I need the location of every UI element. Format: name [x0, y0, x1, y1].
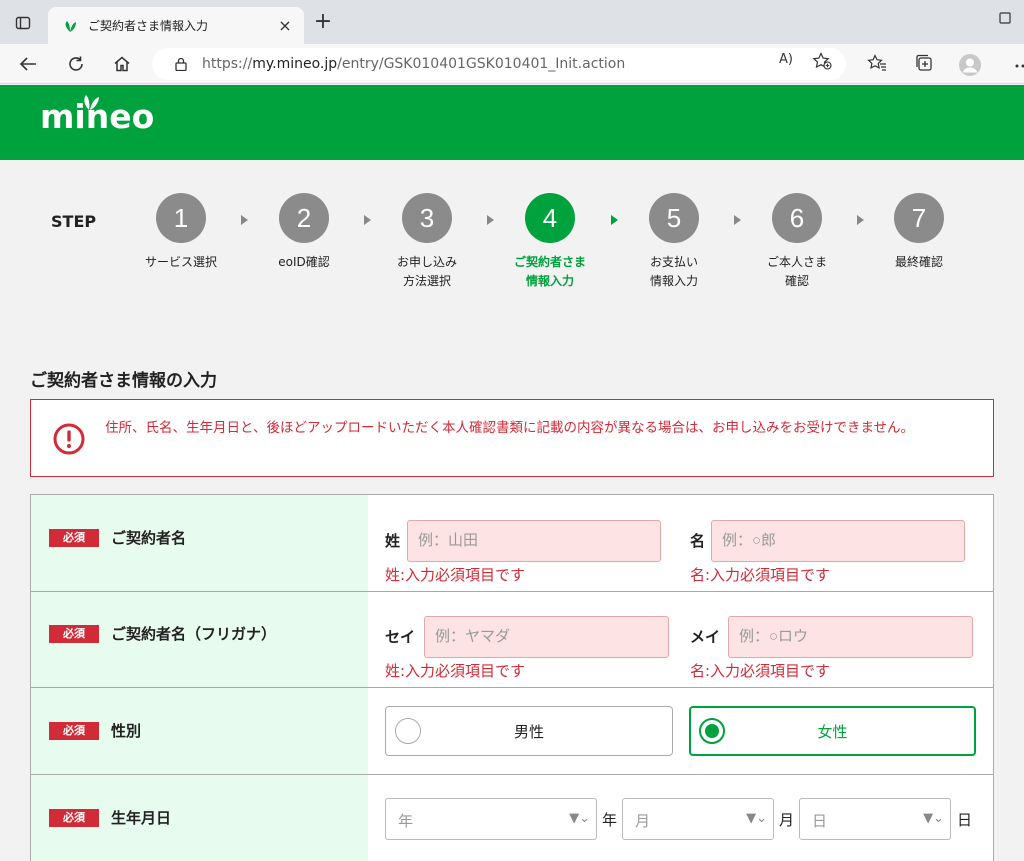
browser-address-bar: https://my.mineo.jp/entry/GSK010401GSK01…	[0, 44, 1024, 84]
chevron-down-icon: ▼⌄	[569, 811, 590, 826]
step-4-current: 4 ご契約者さま 情報入力	[490, 193, 610, 291]
required-badge: 必須	[49, 809, 99, 827]
step-6: 6 ご本人さま 確認	[737, 193, 857, 291]
gender-option-male[interactable]: 男性	[385, 706, 673, 756]
address-bar-input[interactable]: https://my.mineo.jp/entry/GSK010401GSK01…	[152, 48, 846, 80]
new-tab-button[interactable]: +	[310, 10, 336, 36]
logo-leaf-icon	[84, 95, 99, 110]
tab-title: ご契約者さま情報入力	[88, 19, 209, 33]
step-caption: 最終確認	[894, 255, 943, 269]
read-aloud-icon[interactable]: A)	[776, 52, 796, 70]
alert-message: 住所、氏名、生年月日と、後ほどアップロードいただく本人確認書類に記載の内容が異な…	[105, 420, 915, 436]
row-label-cell: 必須 生年月日	[31, 775, 368, 861]
row-label: 生年月日	[111, 809, 172, 827]
step-number: 7	[894, 193, 944, 243]
year-unit: 年	[602, 811, 618, 829]
last-name-label: 姓	[385, 532, 401, 550]
page-title: ご契約者さま情報の入力	[30, 371, 217, 391]
step-caption: お申し込み 方法選択	[396, 255, 457, 288]
row-label-cell: 必須 ご契約者名	[31, 495, 368, 591]
row-label: ご契約者名	[111, 529, 187, 547]
url-text: https://my.mineo.jp/entry/GSK010401GSK01…	[202, 56, 626, 72]
step-number: 3	[402, 193, 452, 243]
first-name-kana-error: 名:入力必須項目です	[690, 662, 831, 680]
radio-label: 女性	[817, 723, 848, 741]
form-row-name: 必須 ご契約者名 姓 例：山田 姓:入力必須項目です 名 例：○郎 名:入力必須…	[31, 495, 993, 592]
step-3: 3 お申し込み 方法選択	[367, 193, 487, 291]
step-caption: サービス選択	[144, 255, 217, 269]
step-heading: STEP	[51, 212, 97, 231]
tab-close-icon[interactable]: ×	[276, 16, 294, 35]
reload-icon[interactable]	[62, 50, 90, 78]
form-row-birthdate: 必須 生年月日 年 ▼⌄ 年 月 ▼⌄ 月 日 ▼⌄ 日	[31, 775, 993, 861]
gender-option-female[interactable]: 女性	[689, 706, 976, 756]
radio-label: 男性	[513, 723, 544, 741]
first-name-kana-input[interactable]: 例：○ロウ	[728, 616, 973, 658]
last-name-input[interactable]: 例：山田	[407, 520, 661, 562]
step-7: 7 最終確認	[859, 193, 979, 272]
step-caption: ご本人さま 確認	[766, 255, 827, 288]
tab-actions-icon[interactable]	[10, 10, 36, 36]
required-badge: 必須	[49, 722, 99, 740]
chevron-down-icon: ▼⌄	[923, 811, 944, 826]
step-caption: ご契約者さま 情報入力	[513, 255, 586, 288]
first-name-error: 名:入力必須項目です	[690, 566, 831, 584]
more-menu-icon[interactable]	[1010, 54, 1024, 74]
browser-tab-bar: ご契約者さま情報入力 × +	[0, 0, 1024, 44]
favorite-add-icon[interactable]	[812, 52, 832, 70]
step-number: 4	[525, 193, 575, 243]
birth-month-select[interactable]: 月 ▼⌄	[622, 798, 774, 840]
select-value: 月	[635, 812, 651, 830]
step-caption: お支払い 情報入力	[649, 255, 698, 288]
step-number: 1	[156, 193, 206, 243]
window-restore-icon[interactable]	[998, 10, 1018, 30]
step-caption: eoID確認	[278, 255, 330, 269]
select-value: 年	[398, 812, 414, 830]
mineo-logo[interactable]: mineo	[40, 95, 154, 136]
step-1: 1 サービス選択	[121, 193, 241, 272]
lock-icon[interactable]	[174, 57, 188, 71]
row-label-cell: 必須 ご契約者名（フリガナ）	[31, 592, 368, 687]
step-number: 2	[279, 193, 329, 243]
first-name-input[interactable]: 例：○郎	[711, 520, 965, 562]
day-unit: 日	[957, 811, 973, 829]
step-5: 5 お支払い 情報入力	[614, 193, 734, 291]
collections-icon[interactable]	[913, 54, 935, 74]
browser-tab-active[interactable]: ご契約者さま情報入力 ×	[48, 7, 304, 44]
step-2: 2 eoID確認	[244, 193, 364, 272]
home-icon[interactable]	[108, 50, 136, 78]
exclamation-circle-icon	[53, 423, 85, 455]
site-header: mineo	[0, 85, 1024, 160]
last-name-kana-label: セイ	[385, 628, 416, 646]
last-name-kana-input[interactable]: 例：ヤマダ	[424, 616, 669, 658]
form-row-kana: 必須 ご契約者名（フリガナ） セイ 例：ヤマダ 姓:入力必須項目です メイ 例：…	[31, 592, 993, 688]
profile-avatar-icon[interactable]	[959, 54, 981, 76]
last-name-error: 姓:入力必須項目です	[385, 566, 526, 584]
first-name-kana-label: メイ	[690, 628, 721, 646]
last-name-kana-error: 姓:入力必須項目です	[385, 662, 526, 680]
warning-alert: 住所、氏名、生年月日と、後ほどアップロードいただく本人確認書類に記載の内容が異な…	[30, 399, 994, 477]
required-badge: 必須	[49, 529, 99, 547]
row-label: 性別	[111, 722, 142, 740]
contract-holder-form: 必須 ご契約者名 姓 例：山田 姓:入力必須項目です 名 例：○郎 名:入力必須…	[30, 494, 994, 861]
form-row-gender: 必須 性別 男性 女性	[31, 688, 993, 775]
step-number: 5	[649, 193, 699, 243]
select-value: 日	[812, 812, 828, 830]
first-name-label: 名	[690, 532, 706, 550]
row-label-cell: 必須 性別	[31, 688, 368, 774]
favorites-icon[interactable]	[866, 54, 888, 74]
step-number: 6	[772, 193, 822, 243]
birth-year-select[interactable]: 年 ▼⌄	[385, 798, 597, 840]
chevron-down-icon: ▼⌄	[746, 811, 767, 826]
required-badge: 必須	[49, 625, 99, 643]
back-icon[interactable]	[14, 50, 42, 78]
row-label: ご契約者名（フリガナ）	[111, 625, 277, 643]
birth-day-select[interactable]: 日 ▼⌄	[799, 798, 951, 840]
mineo-favicon-icon	[65, 20, 76, 32]
month-unit: 月	[779, 811, 795, 829]
